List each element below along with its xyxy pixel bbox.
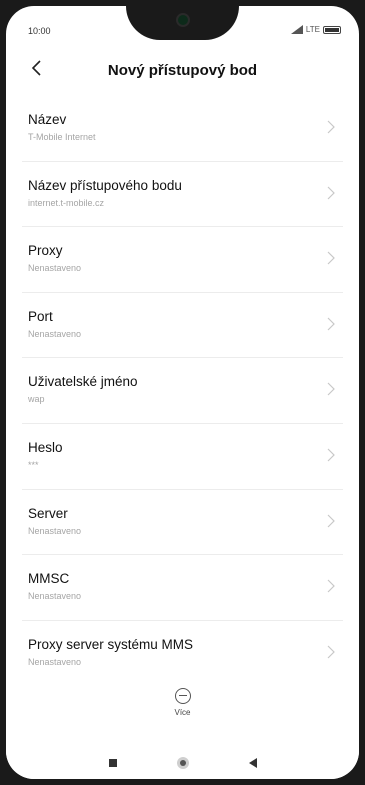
setting-value: Nenastaveno bbox=[28, 525, 82, 536]
setting-value: Nenastaveno bbox=[28, 656, 82, 667]
chevron-right-icon bbox=[327, 579, 335, 593]
setting-row-server[interactable]: Server Nenastaveno bbox=[22, 490, 343, 556]
setting-row-username[interactable]: Uživatelské jméno wap bbox=[22, 358, 343, 424]
setting-value: T-Mobile Internet bbox=[28, 132, 96, 142]
battery-icon bbox=[323, 25, 341, 34]
signal-icon bbox=[290, 25, 303, 34]
setting-label: Server bbox=[28, 505, 68, 521]
setting-row-mms-proxy[interactable]: Proxy server systému MMS Nenastaveno bbox=[22, 621, 343, 686]
chevron-right-icon bbox=[327, 251, 335, 265]
chevron-right-icon bbox=[327, 317, 335, 331]
setting-value: Nenastaveno bbox=[28, 591, 82, 602]
page-title: Nový přístupový bod bbox=[107, 62, 258, 79]
screen: 10:00 LTE Nový přístupový bod Název T-Mo… bbox=[6, 6, 359, 779]
chevron-right-icon bbox=[327, 186, 335, 200]
chevron-right-icon bbox=[327, 514, 335, 527]
minus-circle-icon bbox=[174, 688, 191, 704]
setting-value: wap bbox=[28, 394, 45, 405]
setting-value: Nenastaveno bbox=[28, 263, 82, 274]
chevron-right-icon bbox=[327, 448, 335, 462]
setting-row-mmsc[interactable]: MMSC Nenastaveno bbox=[22, 555, 343, 621]
app-header: Nový přístupový bod bbox=[6, 50, 359, 90]
more-label: Více bbox=[174, 708, 191, 717]
front-camera-icon bbox=[176, 13, 190, 27]
setting-label: Proxy bbox=[28, 243, 63, 259]
setting-row-port[interactable]: Port Nenastaveno bbox=[22, 293, 343, 359]
chevron-right-icon bbox=[327, 645, 335, 659]
setting-value: internet.t-mobile.cz bbox=[28, 197, 105, 208]
recents-square-icon[interactable] bbox=[108, 758, 117, 767]
notch bbox=[126, 6, 239, 40]
network-type: LTE bbox=[305, 25, 320, 34]
setting-label: Port bbox=[28, 308, 53, 324]
more-button[interactable]: Více bbox=[6, 688, 359, 717]
setting-row-proxy[interactable]: Proxy Nenastaveno bbox=[22, 227, 343, 293]
system-nav-bar bbox=[6, 746, 359, 779]
chevron-right-icon bbox=[327, 120, 335, 134]
setting-row-name[interactable]: Název T-Mobile Internet bbox=[22, 96, 343, 162]
chevron-right-icon bbox=[327, 382, 335, 396]
status-time: 10:00 bbox=[28, 26, 51, 36]
setting-value: *** bbox=[28, 459, 39, 470]
apn-settings-list: Název T-Mobile Internet Název přístupové… bbox=[6, 96, 359, 685]
setting-label: Heslo bbox=[28, 439, 63, 455]
setting-label: Název bbox=[28, 112, 67, 127]
setting-label: Název přístupového bodu bbox=[28, 177, 182, 193]
home-circle-icon[interactable] bbox=[176, 756, 189, 769]
phone-frame: 10:00 LTE Nový přístupový bod Název T-Mo… bbox=[0, 0, 365, 785]
setting-row-password[interactable]: Heslo *** bbox=[22, 424, 343, 490]
setting-label: Uživatelské jméno bbox=[28, 374, 138, 390]
setting-value: Nenastaveno bbox=[28, 328, 82, 339]
setting-label: Proxy server systému MMS bbox=[28, 636, 194, 652]
setting-row-apn[interactable]: Název přístupového bodu internet.t-mobil… bbox=[22, 162, 343, 228]
status-indicators: LTE bbox=[290, 25, 341, 34]
back-triangle-icon[interactable] bbox=[248, 757, 257, 768]
setting-label: MMSC bbox=[28, 571, 70, 587]
